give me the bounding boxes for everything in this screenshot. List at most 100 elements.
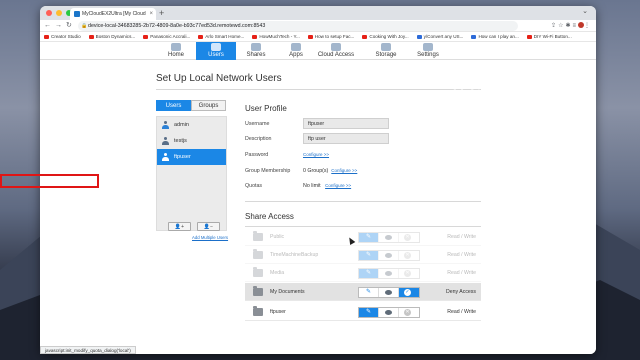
- password-configure-link[interactable]: Configure >>: [303, 152, 329, 157]
- bookmark-label: Arlo Smart Home...: [205, 33, 245, 39]
- share-name: TimeMachineBackup: [270, 252, 319, 258]
- deny-access-icon[interactable]: [399, 308, 419, 317]
- shares-icon: [251, 43, 261, 51]
- share-name: My Documents: [270, 289, 305, 295]
- menu-icon[interactable]: ⋮: [584, 23, 592, 29]
- access-level: Read / Write: [447, 252, 476, 258]
- share-name: Media: [270, 270, 285, 276]
- youtube-icon: [307, 34, 313, 39]
- reload-icon[interactable]: ↻: [66, 22, 76, 29]
- users-icon: [211, 43, 221, 51]
- read-write-icon[interactable]: [359, 251, 379, 260]
- bookmark-item[interactable]: Panasonic Accrali...: [143, 32, 190, 41]
- deny-access-icon[interactable]: [399, 269, 419, 278]
- deny-access-icon[interactable]: [399, 251, 419, 260]
- bookmark-label: Boston Dynamics...: [95, 33, 136, 39]
- bookmarks-bar: Creator Studio Boston Dynamics... Panasoni…: [40, 32, 596, 42]
- new-tab-button[interactable]: +: [159, 6, 164, 20]
- group-configure-link[interactable]: Configure >>: [331, 168, 357, 173]
- username-label: Username: [245, 121, 270, 127]
- read-only-icon[interactable]: [379, 308, 399, 317]
- user-item-admin[interactable]: admin: [157, 117, 226, 133]
- access-level: Read / Write: [447, 270, 476, 276]
- toolbar-extensions: ⇪☆✱≡ ⋮: [551, 20, 592, 32]
- bookmark-item[interactable]: DIY Wi-Fi Button...: [526, 32, 572, 41]
- access-level: Deny Access: [446, 289, 476, 295]
- watermark: TECHLOGICS: [450, 83, 552, 99]
- user-icon: [162, 153, 169, 161]
- minimize-window-icon[interactable]: [56, 10, 62, 16]
- nav-settings[interactable]: Settings: [408, 42, 448, 60]
- quotas-configure-link[interactable]: Configure >>: [325, 183, 351, 188]
- read-write-icon[interactable]: [359, 233, 379, 242]
- username-field[interactable]: ftpuser: [303, 118, 389, 129]
- add-user-button[interactable]: 👤+: [168, 222, 191, 231]
- admin-user-icon: [162, 121, 169, 129]
- share-row: Public Read / Write: [245, 228, 481, 246]
- bookmark-item[interactable]: Arlo Smart Home...: [198, 32, 244, 41]
- nav-users[interactable]: Users: [196, 42, 236, 60]
- tab-groups[interactable]: Groups: [191, 100, 226, 111]
- bookmark-label: HowMuchTech - Y...: [259, 33, 300, 39]
- bookmark-label: DIY Wi-Fi Button...: [533, 33, 572, 39]
- user-name: ftpuser: [174, 154, 191, 160]
- youtube-icon: [526, 34, 532, 39]
- back-icon[interactable]: ←: [44, 22, 55, 29]
- tab-users[interactable]: Users: [156, 100, 191, 111]
- bookmark-item[interactable]: How can I play an...: [471, 32, 519, 41]
- remove-user-button[interactable]: 👤−: [197, 222, 220, 231]
- folder-icon: [253, 286, 263, 296]
- folder-icon: [253, 249, 263, 259]
- read-write-icon[interactable]: [359, 288, 379, 297]
- read-only-icon[interactable]: [379, 269, 399, 278]
- bookmark-label: Panasonic Accrali...: [150, 33, 191, 39]
- user-list: admin testjs ftpuser: [156, 116, 227, 231]
- description-field[interactable]: ftp user: [303, 133, 389, 144]
- forward-icon[interactable]: →: [55, 22, 66, 29]
- bookmark-item[interactable]: y/Convert any US...: [416, 32, 464, 41]
- nav-cloud-access[interactable]: Cloud Access: [316, 42, 356, 60]
- window-controls[interactable]: [46, 10, 72, 16]
- bookmark-item[interactable]: Creator Studio: [44, 32, 81, 41]
- bookmark-item[interactable]: How to setup Fac...: [307, 32, 355, 41]
- browser-tab[interactable]: MyCloudEX2Ultra [My Cloud ×: [70, 8, 156, 20]
- bookmark-label: How to setup Fac...: [314, 33, 355, 39]
- nav-apps[interactable]: Apps: [276, 42, 316, 60]
- bookmark-label: y/Convert any US...: [423, 33, 464, 39]
- app-nav-bar: Home Users Shares Apps Cloud Access Storage Se…: [40, 42, 596, 60]
- share-icon[interactable]: ⇪: [551, 23, 558, 29]
- share-access-controls: [358, 307, 420, 318]
- bookmark-item[interactable]: Boston Dynamics...: [88, 32, 136, 41]
- nav-storage[interactable]: Storage: [366, 42, 406, 60]
- bookmark-item[interactable]: HowMuchTech - Y...: [252, 32, 300, 41]
- bookmark-item[interactable]: Cooking With Joy...: [362, 32, 409, 41]
- share-access-controls: [358, 287, 420, 298]
- settings-icon: [423, 43, 433, 51]
- nav-shares[interactable]: Shares: [236, 42, 276, 60]
- add-multiple-users-link[interactable]: Add Multiple Users: [192, 235, 228, 240]
- close-window-icon[interactable]: [46, 10, 52, 16]
- user-item-testjs[interactable]: testjs: [157, 133, 226, 149]
- user-item-ftpuser[interactable]: ftpuser: [157, 149, 226, 165]
- read-write-icon[interactable]: [359, 269, 379, 278]
- title-divider: [156, 89, 481, 90]
- deny-access-icon[interactable]: [399, 288, 419, 297]
- youtube-icon: [252, 34, 258, 39]
- read-only-icon[interactable]: [379, 288, 399, 297]
- share-row: Media Read / Write: [245, 264, 481, 282]
- read-write-icon[interactable]: [359, 308, 379, 317]
- read-only-icon[interactable]: [379, 233, 399, 242]
- tab-search-icon[interactable]: ⌄: [582, 7, 588, 15]
- bookmark-label: Creator Studio: [51, 33, 81, 39]
- deny-access-icon[interactable]: [399, 233, 419, 242]
- share-name: ftpuser: [270, 309, 286, 315]
- user-name: testjs: [174, 138, 187, 144]
- close-tab-icon[interactable]: ×: [149, 8, 153, 20]
- access-level: Read / Write: [447, 234, 476, 240]
- share-access-controls: [358, 268, 420, 279]
- url-text: device-local-34683285-2b72-4809-8a0e-b93…: [88, 23, 266, 29]
- nav-home[interactable]: Home: [156, 42, 196, 60]
- url-field[interactable]: 🔒 device-local-34683285-2b72-4809-8a0e-b…: [78, 21, 518, 31]
- read-only-icon[interactable]: [379, 251, 399, 260]
- bookmark-icon: [471, 34, 477, 39]
